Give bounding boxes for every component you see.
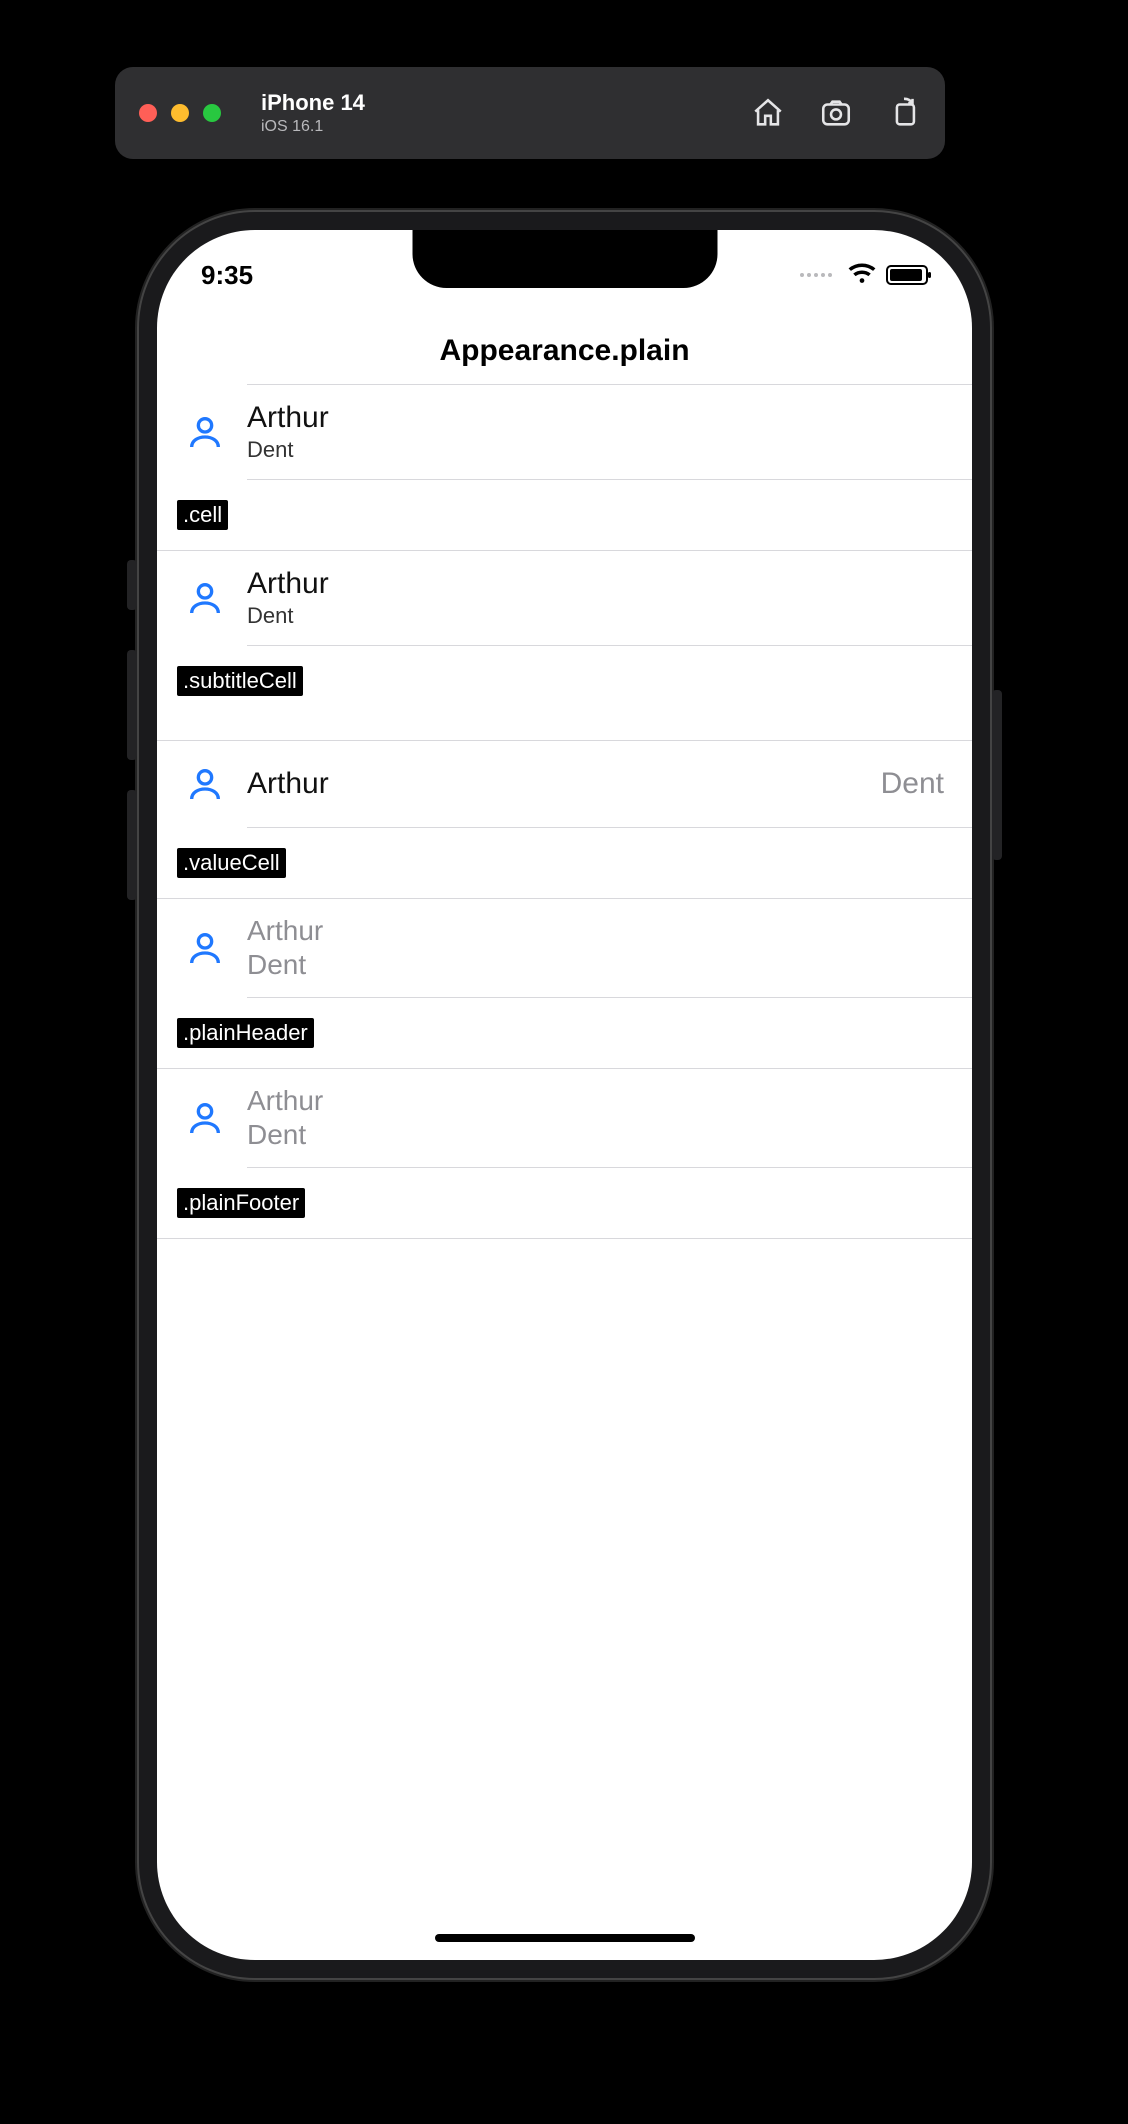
- plain-header-title: Arthur: [247, 915, 944, 947]
- annotation-tag: .cell: [177, 500, 228, 530]
- screenshot-icon[interactable]: [819, 96, 853, 130]
- simulator-device-name: iPhone 14: [261, 90, 365, 116]
- cell-title: Arthur: [247, 567, 944, 601]
- annotation-tag: .plainHeader: [177, 1018, 314, 1048]
- plain-header-subtitle: Dent: [247, 949, 944, 981]
- annotation-tag: .subtitleCell: [177, 666, 303, 696]
- ringer-switch: [127, 560, 137, 610]
- plain-footer-subtitle: Dent: [247, 1119, 944, 1151]
- list-item[interactable]: Arthur Dent: [157, 741, 972, 827]
- list-item[interactable]: Arthur Dent: [157, 551, 972, 645]
- annotation-row: .plainHeader: [157, 998, 972, 1068]
- notch: [412, 230, 717, 288]
- annotation-row: .valueCell: [157, 828, 972, 898]
- plain-footer-title: Arthur: [247, 1085, 944, 1117]
- cell-subtitle: Dent: [247, 603, 944, 629]
- volume-down-button: [127, 790, 137, 900]
- home-icon[interactable]: [751, 96, 785, 130]
- battery-icon: [886, 265, 928, 285]
- cell-subtitle: Dent: [247, 437, 944, 463]
- cellular-icon: [800, 273, 832, 277]
- annotation-row: .plainFooter: [157, 1168, 972, 1238]
- table-view[interactable]: Arthur Dent .cell Arthur Dent: [157, 384, 972, 1960]
- phone-frame: 9:35 Appearance.plain Arthur Dent: [137, 210, 992, 1980]
- list-item[interactable]: Arthur Dent: [157, 1069, 972, 1167]
- phone-screen: 9:35 Appearance.plain Arthur Dent: [157, 230, 972, 1960]
- person-icon: [185, 412, 225, 452]
- simulator-titlebar: iPhone 14 iOS 16.1: [115, 67, 945, 159]
- person-icon: [185, 764, 225, 804]
- window-minimize-button[interactable]: [171, 104, 189, 122]
- rotate-icon[interactable]: [887, 96, 921, 130]
- annotation-row: .subtitleCell: [157, 646, 972, 716]
- cell-title: Arthur: [247, 401, 944, 435]
- window-traffic-lights: [139, 104, 221, 122]
- home-indicator[interactable]: [435, 1934, 695, 1942]
- simulator-title-block: iPhone 14 iOS 16.1: [261, 90, 365, 136]
- person-icon: [185, 578, 225, 618]
- simulator-os-version: iOS 16.1: [261, 118, 365, 136]
- annotation-tag: .plainFooter: [177, 1188, 305, 1218]
- volume-up-button: [127, 650, 137, 760]
- cell-title: Arthur: [247, 767, 329, 801]
- person-icon: [185, 928, 225, 968]
- side-button: [992, 690, 1002, 860]
- cell-value: Dent: [881, 767, 944, 801]
- window-close-button[interactable]: [139, 104, 157, 122]
- simulator-toolbar: [751, 96, 921, 130]
- status-time: 9:35: [201, 260, 253, 291]
- wifi-icon: [848, 262, 876, 289]
- list-item[interactable]: Arthur Dent: [157, 899, 972, 997]
- list-item[interactable]: Arthur Dent: [157, 385, 972, 479]
- annotation-row: .cell: [157, 480, 972, 550]
- window-zoom-button[interactable]: [203, 104, 221, 122]
- annotation-tag: .valueCell: [177, 848, 286, 878]
- navigation-title: Appearance.plain: [157, 334, 972, 368]
- person-icon: [185, 1098, 225, 1138]
